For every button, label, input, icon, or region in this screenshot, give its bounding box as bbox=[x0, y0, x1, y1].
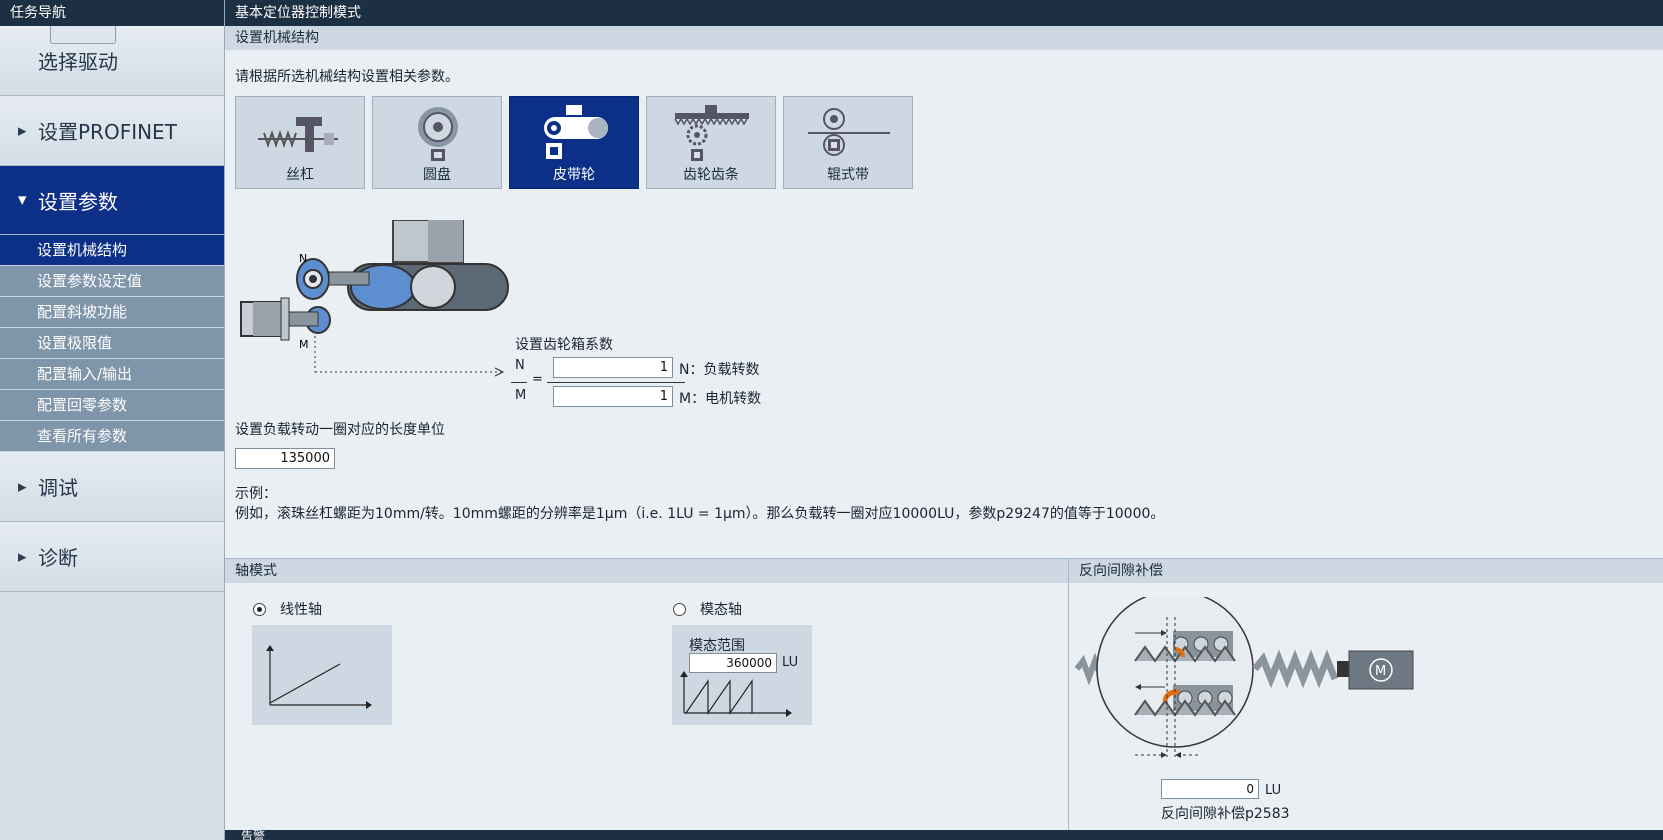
nav-subitem-homing[interactable]: 配置回零参数 bbox=[0, 390, 224, 421]
ball-screw-icon bbox=[258, 117, 338, 152]
length-unit-label: 设置负载转动一圈对应的长度单位 bbox=[235, 422, 445, 438]
nav-item-label: 选择驱动 bbox=[38, 50, 118, 74]
diagram-label-m: M bbox=[299, 338, 309, 351]
nav-subitem-mechanics[interactable]: 设置机械结构 bbox=[0, 235, 224, 266]
example-text: 例如，滚珠丝杠螺距为10mm/转。10mm螺距的分辨率是1μm（i.e. 1LU… bbox=[235, 506, 1165, 522]
linear-axis-chart bbox=[252, 625, 392, 725]
radio-selected-icon bbox=[253, 602, 266, 616]
mechanism-label: 丝杠 bbox=[286, 167, 314, 183]
chevron-right-icon: ▶ bbox=[18, 480, 27, 493]
gearbox-n-input[interactable] bbox=[553, 357, 673, 378]
linear-axis-radio[interactable]: 线性轴 bbox=[253, 599, 322, 619]
linear-axis-label: 线性轴 bbox=[280, 602, 322, 618]
axis-mode-title: 轴模式 bbox=[225, 559, 1068, 583]
nav-item-label: 设置参数 bbox=[38, 189, 118, 214]
task-navigation: 任务导航 选择驱动 ▶ 设置PROFINET ▼ 设置参数 设置机械结构 设置参… bbox=[0, 0, 225, 840]
page-title: 基本定位器控制模式 bbox=[225, 0, 1663, 26]
backlash-unit: LU bbox=[1265, 783, 1282, 798]
nav-item-commissioning[interactable]: ▶ 调试 bbox=[0, 452, 224, 522]
nav-subitem-io[interactable]: 配置输入/输出 bbox=[0, 359, 224, 390]
nav-subitem-all-params[interactable]: 查看所有参数 bbox=[0, 421, 224, 452]
backlash-panel: 反向间隙补偿 M 0 LU 反向间隙补偿p2583 bbox=[1069, 558, 1663, 830]
nav-item-parameters[interactable]: ▼ 设置参数 bbox=[0, 166, 224, 235]
example-title: 示例： bbox=[235, 486, 277, 502]
mechanism-belt-pulley-button[interactable]: 皮带轮 bbox=[509, 96, 639, 189]
mechanism-label: 辊式带 bbox=[827, 167, 869, 183]
mechanism-label: 齿轮齿条 bbox=[683, 167, 739, 183]
nav-item-select-drive[interactable]: 选择驱动 bbox=[0, 26, 224, 96]
modulo-axis-radio[interactable]: 模态轴 bbox=[673, 599, 742, 619]
alarm-label: 告警 bbox=[241, 829, 266, 840]
radio-unselected-icon bbox=[673, 602, 686, 616]
axis-mode-panel: 轴模式 线性轴 模态轴 模态范围 LU bbox=[225, 558, 1069, 830]
gearbox-m-input[interactable] bbox=[553, 386, 673, 407]
fraction-line bbox=[547, 382, 685, 383]
mechanism-label: 皮带轮 bbox=[553, 167, 595, 183]
modulo-range-label: 模态范围 bbox=[689, 638, 745, 654]
chevron-down-icon: ▼ bbox=[18, 193, 27, 207]
backlash-caption: 反向间隙补偿p2583 bbox=[1161, 806, 1290, 822]
chevron-right-icon: ▶ bbox=[18, 550, 27, 563]
mechanism-selector: 丝杠 圆盘 皮带轮 齿轮齿条 辊式带 bbox=[235, 96, 913, 189]
length-unit-input[interactable] bbox=[235, 448, 335, 469]
linear-ramp-icon bbox=[266, 645, 372, 709]
main-panel: 基本定位器控制模式 设置机械结构 请根据所选机械结构设置相关参数。 丝杠 圆盘 bbox=[225, 0, 1663, 840]
load-revolutions-label: N：负载转数 bbox=[679, 362, 760, 378]
alarm-bar: 告警 bbox=[225, 829, 1663, 840]
diagram-label-n: N bbox=[299, 252, 307, 265]
nav-subitem-ramp[interactable]: 配置斜坡功能 bbox=[0, 297, 224, 328]
modulo-axis-label: 模态轴 bbox=[700, 602, 742, 618]
nav-item-label: 调试 bbox=[38, 476, 78, 500]
nav-subitem-setpoint[interactable]: 设置参数设定值 bbox=[0, 266, 224, 297]
backlash-input[interactable] bbox=[1161, 779, 1259, 799]
section-title: 设置机械结构 bbox=[225, 26, 1663, 50]
nav-subitem-limits[interactable]: 设置极限值 bbox=[0, 328, 224, 359]
nav-tab-decoration bbox=[50, 26, 116, 44]
sawtooth-icon bbox=[680, 671, 792, 717]
mechanism-roller-belt-button[interactable]: 辊式带 bbox=[783, 96, 913, 189]
nav-item-label: 诊断 bbox=[38, 546, 78, 570]
chevron-right-icon: ▶ bbox=[18, 124, 27, 137]
fraction-line bbox=[511, 382, 527, 383]
mechanism-rack-pinion-button[interactable]: 齿轮齿条 bbox=[646, 96, 776, 189]
nav-item-profinet[interactable]: ▶ 设置PROFINET bbox=[0, 96, 224, 166]
nav-item-diagnostics[interactable]: ▶ 诊断 bbox=[0, 522, 224, 592]
rack-pinion-icon bbox=[674, 105, 749, 161]
motor-revolutions-label: M：电机转数 bbox=[679, 391, 762, 407]
modulo-axis-chart: 模态范围 LU bbox=[672, 625, 812, 725]
gearbox-n-label: N bbox=[515, 358, 525, 373]
instruction-text: 请根据所选机械结构设置相关参数。 bbox=[235, 69, 459, 85]
gearbox-equals: = bbox=[532, 372, 543, 387]
mechanism-ball-screw-button[interactable]: 丝杠 bbox=[235, 96, 365, 189]
gearbox-m-label: M bbox=[515, 388, 527, 403]
backlash-diagram: M bbox=[1075, 597, 1414, 758]
backlash-title: 反向间隙补偿 bbox=[1069, 559, 1663, 583]
rotary-table-icon bbox=[418, 107, 458, 161]
nav-item-label: 设置PROFINET bbox=[38, 120, 177, 144]
gearbox-title: 设置齿轮箱系数 bbox=[515, 337, 613, 353]
motor-symbol: M bbox=[1375, 664, 1386, 679]
belt-pulley-icon bbox=[544, 105, 608, 159]
mechanism-rotary-table-button[interactable]: 圆盘 bbox=[372, 96, 502, 189]
roller-belt-icon bbox=[808, 108, 890, 156]
mechanism-label: 圆盘 bbox=[423, 167, 451, 183]
nav-header: 任务导航 bbox=[0, 0, 224, 26]
